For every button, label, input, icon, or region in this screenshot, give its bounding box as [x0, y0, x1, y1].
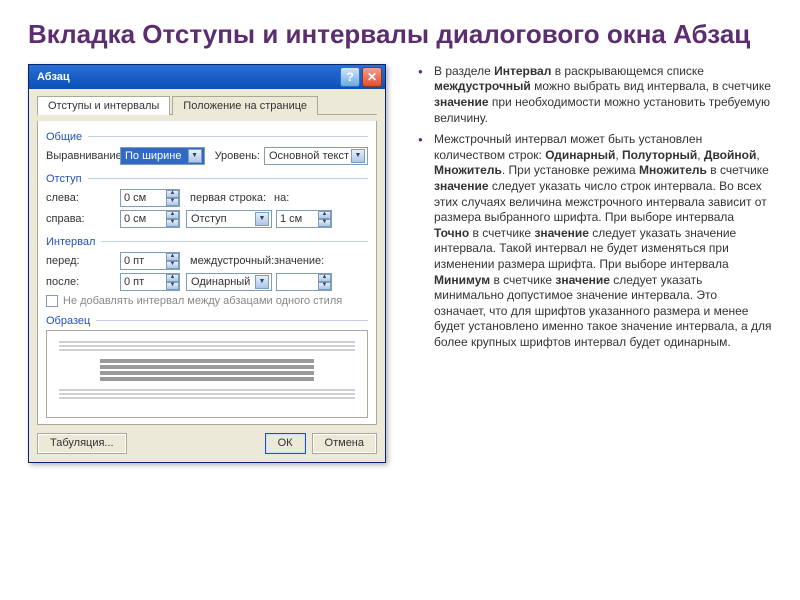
by-stepper[interactable]: 1 см▲▼ [276, 210, 332, 228]
chevron-up-icon: ▲ [318, 211, 331, 219]
firstline-select[interactable]: Отступ▼ [186, 210, 272, 228]
dialog-title: Абзац [37, 71, 70, 83]
label-before: перед: [46, 255, 116, 267]
description-text: В разделе Интервал в раскрывающемся спис… [406, 64, 772, 463]
chevron-down-icon: ▼ [166, 198, 179, 206]
label-after: после: [46, 276, 116, 288]
help-button[interactable]: ? [340, 67, 360, 87]
checkbox-label: Не добавлять интервал между абзацами одн… [63, 295, 342, 307]
label-by: на: [274, 192, 298, 204]
after-stepper[interactable]: 0 пт▲▼ [120, 273, 180, 291]
group-preview: Образец [46, 315, 368, 327]
label-left: слева: [46, 192, 116, 204]
ok-button[interactable]: ОК [265, 433, 306, 454]
chevron-down-icon: ▼ [318, 282, 331, 290]
label-at: значение: [274, 255, 322, 267]
chevron-up-icon: ▲ [318, 274, 331, 282]
preview-box [46, 330, 368, 418]
linespacing-select[interactable]: Одинарный▼ [186, 273, 272, 291]
tabs-button[interactable]: Табуляция... [37, 433, 127, 454]
at-stepper[interactable]: ▲▼ [276, 273, 332, 291]
group-indent: Отступ [46, 173, 368, 185]
alignment-select[interactable]: По ширине ▼ [120, 147, 205, 165]
tab-strip: Отступы и интервалы Положение на страниц… [37, 95, 377, 115]
label-alignment: Выравнивание: [46, 150, 116, 162]
bullet-2: Межстрочный интервал может быть установл… [422, 132, 772, 350]
chevron-down-icon: ▼ [255, 275, 269, 289]
label-firstline: первая строка: [184, 192, 270, 204]
dialog-titlebar: Абзац ? ✕ [29, 65, 385, 89]
tab-position[interactable]: Положение на странице [172, 96, 318, 115]
chevron-up-icon: ▲ [166, 211, 179, 219]
chevron-down-icon: ▼ [351, 149, 365, 163]
close-button[interactable]: ✕ [362, 67, 382, 87]
level-select[interactable]: Основной текст ▼ [264, 147, 368, 165]
label-level: Уровень: [209, 150, 260, 162]
group-spacing: Интервал [46, 236, 368, 248]
chevron-up-icon: ▲ [166, 274, 179, 282]
group-general: Общие [46, 131, 368, 143]
chevron-down-icon: ▼ [166, 261, 179, 269]
bullet-1: В разделе Интервал в раскрывающемся спис… [422, 64, 772, 126]
label-linespacing: междустрочный: [184, 255, 270, 267]
left-indent-stepper[interactable]: 0 см▲▼ [120, 189, 180, 207]
chevron-up-icon: ▲ [166, 190, 179, 198]
chevron-down-icon: ▼ [166, 219, 179, 227]
checkbox-icon [46, 295, 58, 307]
slide-title: Вкладка Отступы и интервалы диалогового … [28, 20, 772, 50]
before-stepper[interactable]: 0 пт▲▼ [120, 252, 180, 270]
chevron-down-icon: ▼ [255, 212, 269, 226]
paragraph-dialog: Абзац ? ✕ Отступы и интервалы Положение … [28, 64, 386, 463]
tab-indents[interactable]: Отступы и интервалы [37, 96, 170, 115]
chevron-down-icon: ▼ [188, 149, 202, 163]
chevron-up-icon: ▲ [166, 253, 179, 261]
chevron-down-icon: ▼ [318, 219, 331, 227]
label-right: справа: [46, 213, 116, 225]
right-indent-stepper[interactable]: 0 см▲▼ [120, 210, 180, 228]
dont-add-space-checkbox[interactable]: Не добавлять интервал между абзацами одн… [46, 295, 368, 307]
cancel-button[interactable]: Отмена [312, 433, 377, 454]
chevron-down-icon: ▼ [166, 282, 179, 290]
